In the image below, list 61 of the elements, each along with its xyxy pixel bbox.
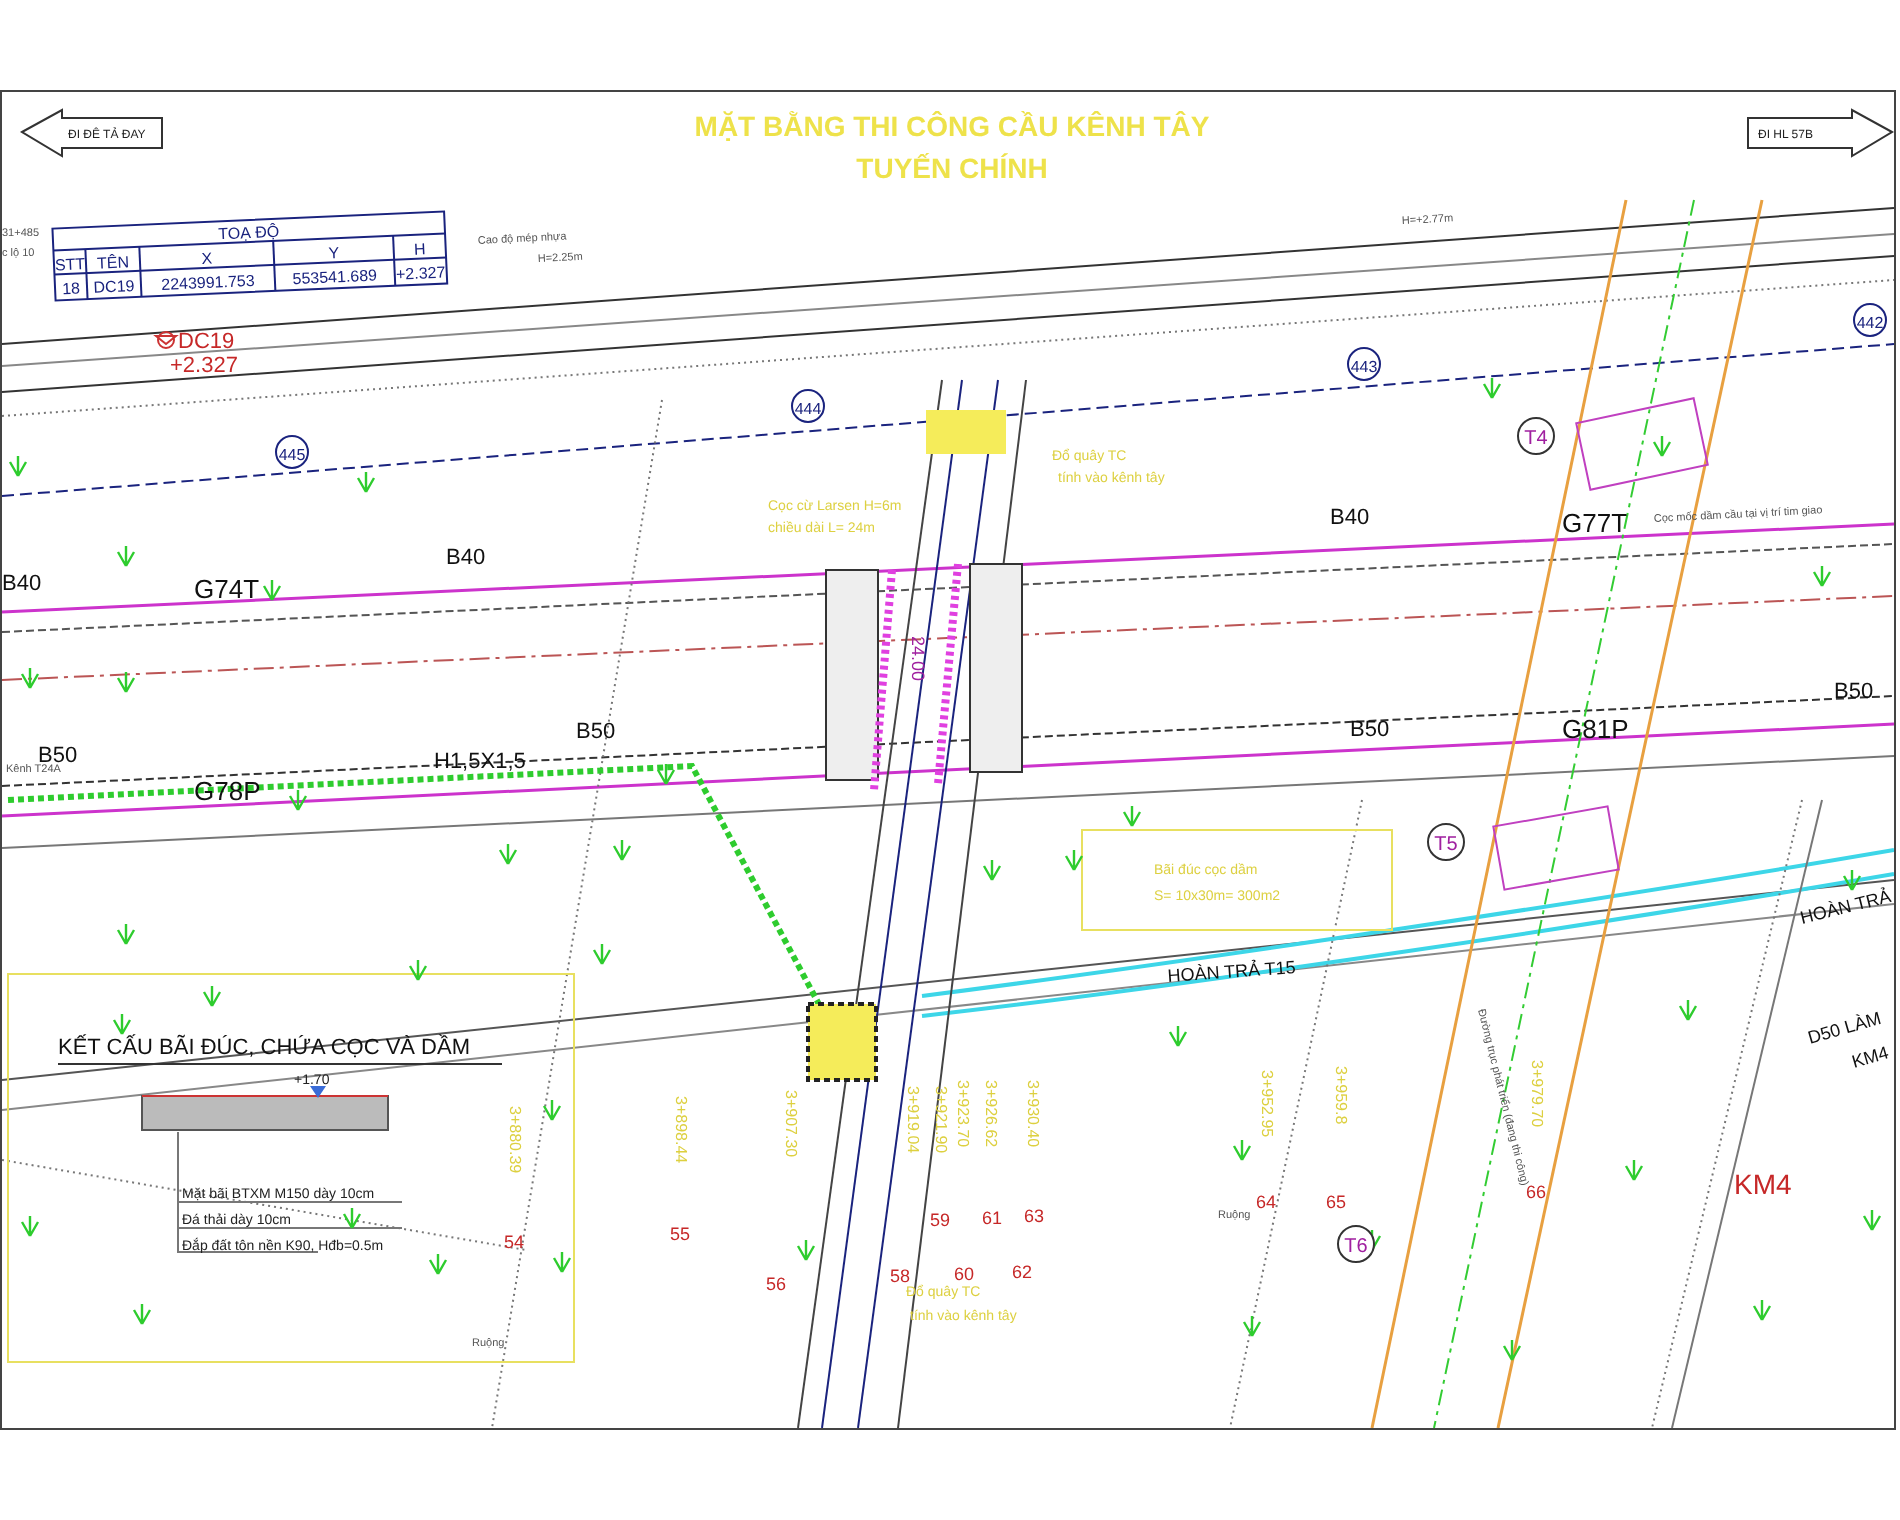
span-length: 24.00 (908, 636, 928, 682)
survey-point-elevation: +2.327 (170, 354, 238, 378)
road-label: KM4 (1849, 1042, 1891, 1072)
culvert-label: G74T (194, 574, 260, 604)
chainage-label: 3+907.30 (782, 1090, 800, 1158)
table-cell: 553541.689 (292, 266, 378, 289)
culvert-label: G81P (1562, 714, 1629, 744)
chainage-label: 3+979.70 (1528, 1060, 1546, 1128)
culvert-label: B50 (1834, 680, 1874, 704)
chainage-label: 3+919.04 (904, 1086, 922, 1154)
point-number: 64 (1256, 1192, 1277, 1212)
point-number: 61 (982, 1208, 1003, 1228)
culvert-label: B40 (446, 546, 486, 570)
point-number: 55 (670, 1224, 691, 1244)
table-cell: DC19 (93, 277, 135, 297)
road-label: D50 LÀM (1805, 1007, 1884, 1048)
culvert-label: G78P (194, 776, 261, 806)
chainage-label: 3+921.90 (932, 1086, 950, 1154)
table-cell: +2.327 (395, 263, 446, 284)
table-header: TOẠ ĐỘ (217, 222, 280, 244)
table-cell: 18 (61, 279, 81, 299)
column-header: TÊN (96, 253, 130, 273)
road-label: HOÀN TRẢ T15 (1166, 957, 1297, 986)
culvert-label: B50 (1350, 718, 1390, 742)
survey-marker: 442 (1853, 303, 1887, 337)
kilometre-post: KM4 (1734, 1168, 1792, 1200)
culvert-label: B40 (2, 572, 42, 596)
culvert-label: G77T (1562, 508, 1628, 538)
pier-marker: T5 (1427, 823, 1465, 861)
survey-point-name: DC19 (178, 330, 235, 354)
point-number: 65 (1326, 1192, 1347, 1212)
chainage-label: 3+952.95 (1258, 1070, 1276, 1138)
point-number: 62 (1012, 1262, 1033, 1282)
chainage-label: 3+880.39 (506, 1106, 524, 1174)
culvert-label: B50 (576, 720, 616, 744)
drawing-title: MẶT BẰNG THI CÔNG CẦU KÊNH TÂY (694, 110, 1210, 142)
column-header: X (201, 249, 213, 269)
point-number: 63 (1024, 1206, 1045, 1226)
survey-marker: 443 (1347, 347, 1381, 381)
column-header: STT (54, 255, 86, 275)
chainage-label: 3+930.40 (1024, 1080, 1042, 1148)
column-header: Y (328, 244, 340, 263)
drawing-subtitle: TUYẾN CHÍNH (856, 152, 1048, 184)
survey-marker: 444 (791, 389, 825, 423)
column-header: H (413, 240, 426, 259)
culvert-label: B40 (1330, 506, 1370, 530)
chainage-label: 3+926.62 (982, 1080, 1000, 1148)
pier-marker: T6 (1337, 1225, 1375, 1263)
point-number: 59 (930, 1210, 951, 1230)
chainage-label: 3+923.70 (954, 1080, 972, 1148)
table-cell: 2243991.753 (160, 271, 255, 294)
pier-marker: T4 (1517, 417, 1555, 455)
survey-marker: 445 (275, 435, 309, 469)
point-number: 60 (954, 1264, 975, 1284)
point-number: 56 (766, 1274, 787, 1294)
point-number: 58 (890, 1266, 911, 1286)
point-number: 66 (1526, 1182, 1547, 1202)
point-number: 54 (504, 1232, 525, 1252)
chainage-label: 3+959.8 (1332, 1066, 1350, 1125)
road-label: HOÀN TRẢ (1798, 886, 1893, 928)
chainage-label: 3+898.44 (672, 1096, 690, 1164)
